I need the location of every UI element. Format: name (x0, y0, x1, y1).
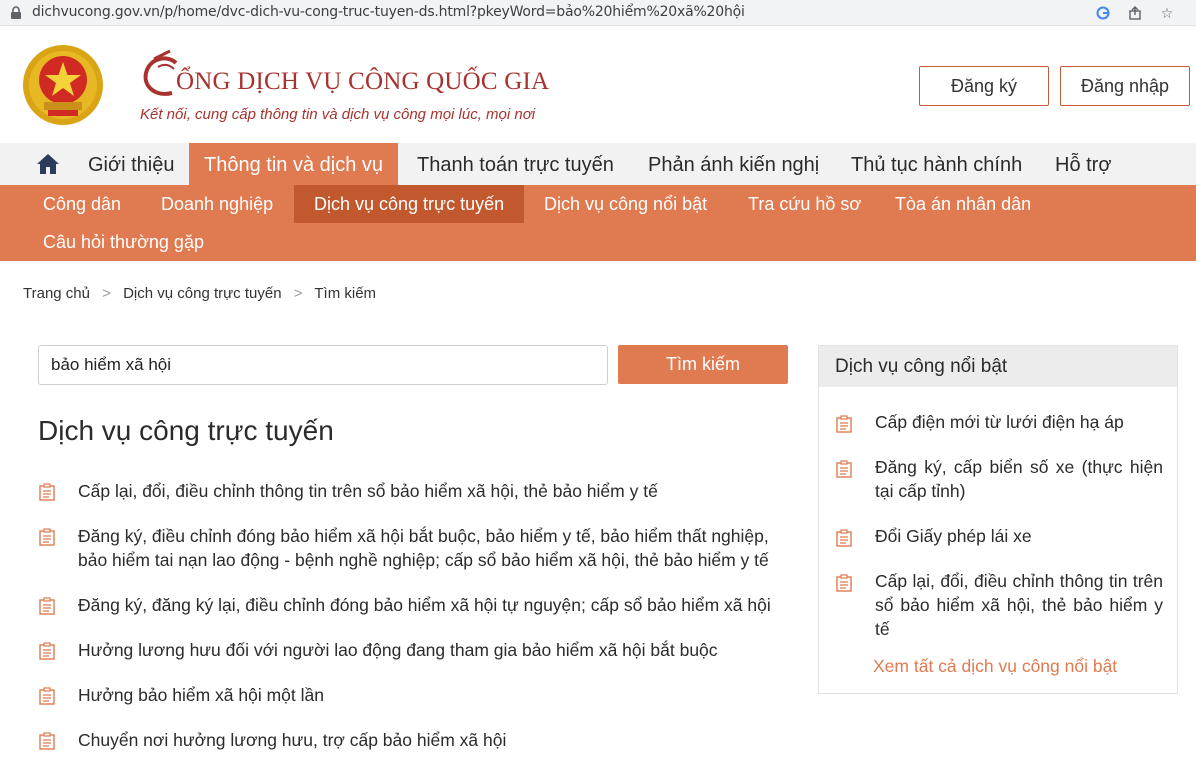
nav-item-thong-tin-va-dich-vu[interactable]: Thông tin và dịch vụ (189, 143, 398, 185)
site-slogan: Kết nối, cung cấp thông tin và dịch vụ c… (140, 106, 536, 123)
nav-item-ho-tro[interactable]: Hỗ trợ (1055, 143, 1111, 185)
nav-item-thanh-toan-truc-tuyen[interactable]: Thanh toán trực tuyến (417, 143, 614, 185)
result-item[interactable]: Đăng ký, đăng ký lại, điều chỉnh đóng bả… (38, 593, 793, 617)
main-navigation: Giới thiệu Thông tin và dịch vụ Thanh to… (0, 143, 1196, 185)
subnav-item-doanh-nghiep[interactable]: Doanh nghiệp (161, 185, 273, 223)
result-item-label[interactable]: Chuyển nơi hưởng lương hưu, trợ cấp bảo … (78, 728, 793, 752)
search-button[interactable]: Tìm kiếm (618, 345, 788, 384)
breadcrumb: Trang chủ > Dịch vụ công trực tuyến > Tì… (23, 285, 376, 302)
document-list-icon (836, 574, 852, 592)
login-button[interactable]: Đăng nhập (1060, 66, 1190, 106)
featured-service-item[interactable]: Đăng ký, cấp biển số xe (thực hiện tại c… (835, 455, 1163, 503)
result-item-label[interactable]: Hưởng lương hưu đối với người lao động đ… (78, 638, 793, 662)
document-list-icon (836, 460, 852, 478)
subnav-item-dich-vu-cong-noi-bat[interactable]: Dịch vụ công nổi bật (544, 185, 707, 223)
national-emblem-logo (23, 45, 103, 125)
share-icon[interactable] (1126, 4, 1144, 22)
view-all-featured-link[interactable]: Xem tất cả dịch vụ công nổi bật (873, 656, 1117, 677)
result-item-label[interactable]: Hưởng bảo hiểm xã hội một lần (78, 683, 793, 707)
nav-item-thu-tuc-hanh-chinh[interactable]: Thủ tục hành chính (851, 143, 1022, 185)
document-list-icon (39, 528, 55, 546)
featured-service-label[interactable]: Đổi Giấy phép lái xe (875, 524, 1163, 548)
sub-navigation: Công dân Doanh nghiệp Dịch vụ công trực … (0, 185, 1196, 261)
nav-item-gioi-thieu[interactable]: Giới thiệu (88, 143, 174, 185)
breadcrumb-separator: > (293, 285, 303, 302)
result-item-label[interactable]: Đăng ký, đăng ký lại, điều chỉnh đóng bả… (78, 593, 793, 617)
document-list-icon (39, 483, 55, 501)
site-title: ỔNG DỊCH VỤ CÔNG QUỐC GIA (176, 68, 550, 95)
subnav-item-cau-hoi-thuong-gap[interactable]: Câu hỏi thường gặp (43, 223, 204, 261)
lock-icon (11, 6, 21, 19)
result-item[interactable]: Hưởng lương hưu đối với người lao động đ… (38, 638, 793, 662)
home-icon[interactable] (36, 153, 60, 175)
result-item-label[interactable]: Đăng ký, điều chỉnh đóng bảo hiểm xã hội… (78, 524, 793, 572)
featured-service-item[interactable]: Cấp lại, đổi, điều chỉnh thông tin trên … (835, 569, 1163, 641)
subnav-item-toa-an-nhan-dan[interactable]: Tòa án nhân dân (895, 185, 1031, 223)
address-bar-url[interactable]: dichvucong.gov.vn/p/home/dvc-dich-vu-con… (32, 4, 745, 20)
document-list-icon (836, 529, 852, 547)
subnav-item-dich-vu-cong-truc-tuyen[interactable]: Dịch vụ công trực tuyến (294, 185, 525, 223)
breadcrumb-current: Tìm kiếm (314, 285, 377, 302)
document-list-icon (836, 415, 852, 433)
breadcrumb-separator: > (102, 285, 111, 302)
document-list-icon (39, 732, 55, 750)
featured-service-item[interactable]: Đổi Giấy phép lái xe (835, 524, 1163, 548)
document-list-icon (39, 642, 55, 660)
results-section-title: Dịch vụ công trực tuyến (38, 415, 334, 446)
site-header: ỔNG DỊCH VỤ CÔNG QUỐC GIA Kết nối, cung … (0, 26, 1196, 143)
google-icon[interactable] (1094, 4, 1112, 22)
featured-services-panel: Dịch vụ công nổi bật Cấp điện mới từ lướ… (818, 345, 1178, 694)
result-item[interactable]: Cấp lại, đổi, điều chỉnh thông tin trên … (38, 479, 793, 503)
nav-item-phan-anh-kien-nghi[interactable]: Phản ánh kiến nghị (648, 143, 819, 185)
breadcrumb-home[interactable]: Trang chủ (23, 285, 90, 302)
featured-service-label[interactable]: Cấp lại, đổi, điều chỉnh thông tin trên … (875, 569, 1163, 641)
result-item[interactable]: Đăng ký, điều chỉnh đóng bảo hiểm xã hội… (38, 524, 793, 572)
register-button[interactable]: Đăng ký (919, 66, 1049, 106)
result-item-label[interactable]: Cấp lại, đổi, điều chỉnh thông tin trên … (78, 479, 793, 503)
featured-service-label[interactable]: Cấp điện mới từ lưới điện hạ áp (875, 410, 1163, 434)
breadcrumb-dich-vu-cong-truc-tuyen[interactable]: Dịch vụ công trực tuyến (123, 285, 281, 302)
document-list-icon (39, 597, 55, 615)
featured-services-title: Dịch vụ công nổi bật (819, 346, 1177, 387)
browser-url-bar: dichvucong.gov.vn/p/home/dvc-dich-vu-con… (0, 0, 1196, 26)
search-input[interactable] (38, 345, 608, 385)
result-item[interactable]: Hưởng bảo hiểm xã hội một lần (38, 683, 793, 707)
subnav-item-tra-cuu-ho-so[interactable]: Tra cứu hồ sơ (748, 185, 861, 223)
result-item[interactable]: Chuyển nơi hưởng lương hưu, trợ cấp bảo … (38, 728, 793, 752)
bookmark-star-icon[interactable]: ☆ (1158, 4, 1176, 22)
featured-service-label[interactable]: Đăng ký, cấp biển số xe (thực hiện tại c… (875, 455, 1163, 503)
subnav-item-cong-dan[interactable]: Công dân (43, 185, 121, 223)
document-list-icon (39, 687, 55, 705)
featured-service-item[interactable]: Cấp điện mới từ lưới điện hạ áp (835, 410, 1163, 434)
